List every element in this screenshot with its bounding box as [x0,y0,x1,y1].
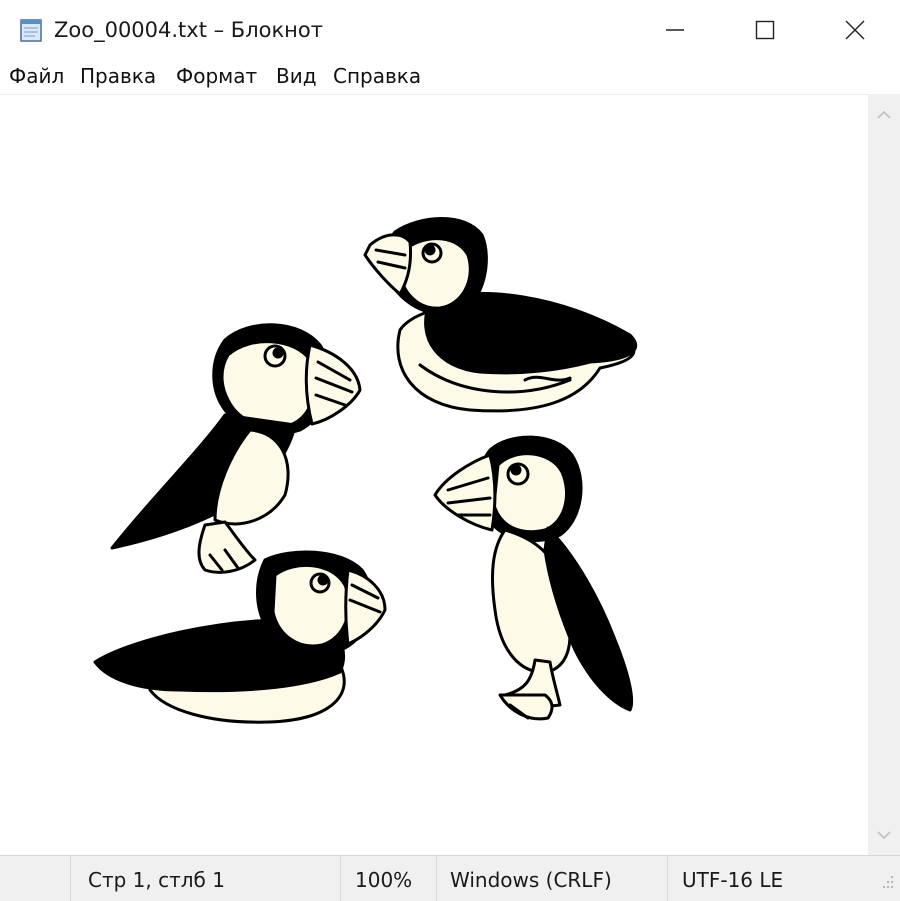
maximize-button[interactable] [720,0,810,60]
menu-edit[interactable]: Правка [80,64,156,88]
menu-file[interactable]: Файл [9,64,64,88]
line-ending: Windows (CRLF) [450,868,612,892]
status-divider [436,856,437,901]
menu-format[interactable]: Формат [176,64,257,88]
minimize-icon [666,29,684,31]
text-editor-area[interactable] [0,95,868,855]
puffin-top [363,217,638,413]
puffin-bottom [93,550,387,724]
zoom-level: 100% [355,868,413,892]
chevron-up-icon[interactable] [874,105,894,125]
encoding: UTF-16 LE [682,868,784,892]
close-icon [845,20,865,40]
maximize-icon [755,20,775,40]
close-button[interactable] [810,0,900,60]
puffin-right [433,435,634,721]
vertical-scrollbar[interactable] [868,95,900,855]
notepad-icon [20,19,42,42]
menu-help[interactable]: Справка [333,64,421,88]
minimize-button[interactable] [630,0,720,60]
menu-bar: Файл Правка Формат Вид Справка [0,60,900,95]
window-title: Zoo_00004.txt – Блокнот [54,18,323,42]
title-bar[interactable]: Zoo_00004.txt – Блокнот [0,0,900,60]
status-divider [667,856,668,901]
status-divider [70,856,71,901]
status-bar: Стр 1, стлб 1 100% Windows (CRLF) UTF-16… [0,855,900,901]
puffin-left [110,323,362,574]
menu-view[interactable]: Вид [276,64,317,88]
chevron-down-icon[interactable] [874,825,894,845]
status-divider [340,856,341,901]
cursor-position: Стр 1, стлб 1 [88,868,225,892]
puffins-artwork [93,217,638,724]
resize-grip-icon[interactable] [878,872,896,894]
